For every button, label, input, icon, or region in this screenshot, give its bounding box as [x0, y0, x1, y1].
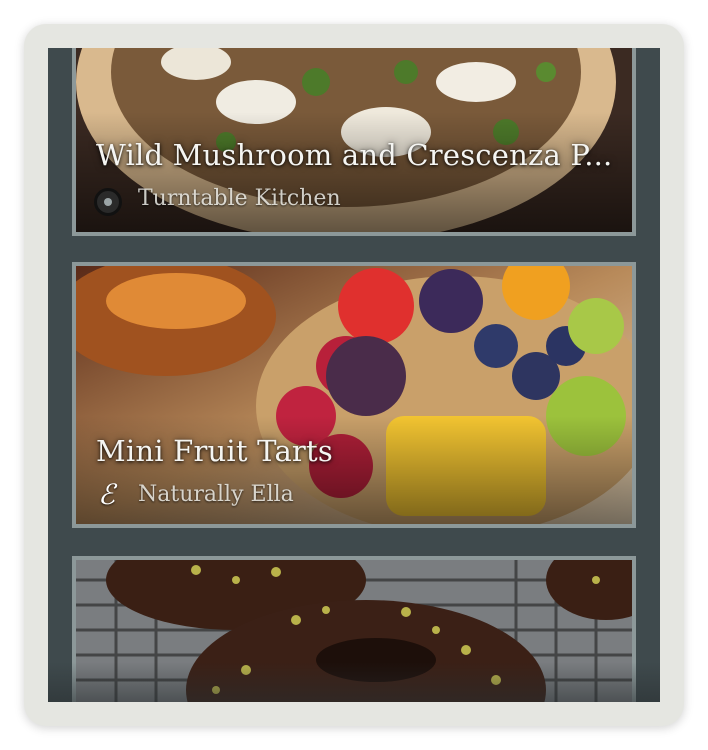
recipe-photo-chocolate-donuts — [76, 560, 632, 702]
recipe-title[interactable]: Wild Mushroom and Crescenza P... — [96, 138, 612, 172]
recipe-feed[interactable]: Wild Mushroom and Crescenza P... Turntab… — [48, 48, 660, 702]
recipe-source[interactable]: Turntable Kitchen — [138, 186, 341, 211]
recipe-card-mini-fruit-tarts[interactable]: Mini Fruit Tarts ℰ Naturally Ella — [72, 262, 636, 528]
recipe-title[interactable]: Mini Fruit Tarts — [96, 434, 333, 468]
recipe-card-wild-mushroom[interactable]: Wild Mushroom and Crescenza P... Turntab… — [72, 48, 636, 236]
recipe-source[interactable]: Naturally Ella — [138, 482, 294, 507]
turntable-logo-icon — [94, 188, 122, 216]
naturally-ella-logo-icon: ℰ — [98, 478, 115, 511]
recipe-card-chocolate-donuts[interactable] — [72, 556, 636, 702]
